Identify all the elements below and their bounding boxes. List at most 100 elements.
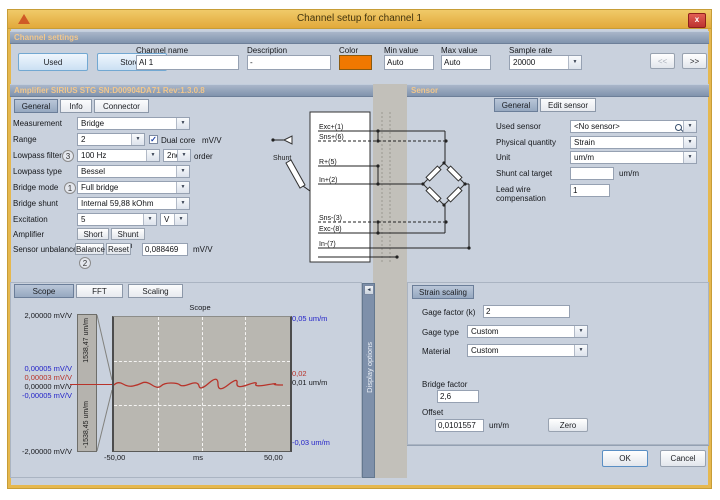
gage-type-dropdown[interactable]: Custom ▼ <box>467 325 588 338</box>
next-channel-button[interactable]: >> <box>682 53 707 69</box>
bridge-shunt-label: Bridge shunt <box>13 199 58 208</box>
used-sensor-dropdown[interactable]: <No sensor> ▼ <box>570 120 697 133</box>
dual-core-label: Dual core <box>161 136 195 145</box>
tab-amplifier-general[interactable]: General <box>14 99 58 113</box>
bridge-mode-dropdown[interactable]: Full bridge ▼ <box>77 181 190 194</box>
gage-factor-input[interactable] <box>483 305 570 318</box>
tab-edit-sensor[interactable]: Edit sensor <box>540 98 596 112</box>
scope-yright-red: 0,02 <box>292 369 307 378</box>
range-unit-label: mV/V <box>202 136 222 145</box>
terminal-r-plus: R+(5) <box>319 159 337 166</box>
physical-quantity-label: Physical quantity <box>496 138 556 147</box>
material-label: Material <box>422 347 450 356</box>
chevron-down-icon: ▼ <box>146 150 159 161</box>
lead-wire-input[interactable] <box>570 184 610 197</box>
chevron-down-icon: ▼ <box>683 152 696 163</box>
bridge-mode-label: Bridge mode <box>13 183 58 192</box>
scope-ylabel-low: -0,00005 mV/V <box>8 391 72 400</box>
tab-strain-scaling[interactable]: Strain scaling <box>412 285 474 299</box>
excitation-unit-dropdown[interactable]: V ▼ <box>160 213 188 226</box>
chevron-down-icon: ▼ <box>574 326 587 337</box>
lead-wire-label-line1: Lead wire <box>496 185 531 194</box>
zero-button[interactable]: Zero <box>548 418 588 432</box>
gage-factor-label: Gage factor (k) <box>422 308 475 317</box>
scope-xmin-label: -50,00 <box>104 453 125 462</box>
shunt-cal-target-label: Shunt cal target <box>496 169 552 178</box>
terminal-exc-plus: Exc+(1) <box>319 124 343 131</box>
balance-button[interactable]: Balance <box>75 243 104 255</box>
range-bar-bottom-label: -1538,45 um/m <box>83 401 90 448</box>
scope-trace <box>114 317 290 451</box>
reset-button[interactable]: Reset <box>106 243 131 255</box>
display-options-strip[interactable]: Display options <box>362 283 375 478</box>
max-value-label: Max value <box>441 46 477 55</box>
shunt-cal-target-input[interactable] <box>570 167 614 180</box>
sample-rate-dropdown[interactable]: 20000 ▼ <box>509 55 582 70</box>
filter-order-dropdown[interactable]: 2nd ▼ <box>163 149 191 162</box>
lowpass-filter-value: 100 Hz <box>81 151 106 160</box>
bridge-mode-value: Full bridge <box>81 183 118 192</box>
measurement-dropdown[interactable]: Bridge ▼ <box>77 117 190 130</box>
unbalance-value-input[interactable] <box>142 243 188 256</box>
channel-color-swatch[interactable] <box>339 55 372 70</box>
scope-yright-black: 0,01 um/m <box>292 378 327 387</box>
bridge-shunt-dropdown[interactable]: Internal 59,88 kOhm ▼ <box>77 197 190 210</box>
tab-scaling[interactable]: Scaling <box>128 284 183 298</box>
channel-name-input[interactable] <box>136 55 239 70</box>
dual-core-checkbox[interactable]: ✓ <box>149 135 158 144</box>
tab-amplifier-connector[interactable]: Connector <box>94 99 149 113</box>
lowpass-filter-dropdown[interactable]: 100 Hz ▼ <box>77 149 160 162</box>
scope-ylabel-bottom: -2,00000 mV/V <box>8 447 72 456</box>
sensor-header: Sensor <box>407 84 709 97</box>
wheatstone-bridge-icon <box>421 161 466 206</box>
used-sensor-value: <No sensor> <box>574 122 620 131</box>
chevron-down-icon: ▼ <box>683 137 696 148</box>
scope-range-bar[interactable]: 1538,47 um/m -1538,45 um/m <box>77 314 97 452</box>
collapse-strip-button[interactable]: ◄ <box>364 285 374 295</box>
max-value-input[interactable] <box>441 55 491 70</box>
chevron-down-icon: ▼ <box>143 214 156 225</box>
used-button[interactable]: Used <box>18 53 88 71</box>
shunt-on-button[interactable]: Shunt on <box>111 228 145 240</box>
chevron-down-icon: ▼ <box>568 56 581 69</box>
material-dropdown[interactable]: Custom ▼ <box>467 344 588 357</box>
physical-quantity-dropdown[interactable]: Strain ▼ <box>570 136 697 149</box>
ok-button[interactable]: OK <box>602 450 648 467</box>
scope-title: Scope <box>112 303 288 312</box>
prev-channel-button[interactable]: << <box>650 53 675 69</box>
offset-label: Offset <box>422 408 443 417</box>
unit-value: um/m <box>574 153 594 162</box>
lowpass-type-dropdown[interactable]: Bessel ▼ <box>77 165 190 178</box>
chevron-down-icon: ▼ <box>176 118 189 129</box>
channel-settings-header: Channel settings <box>10 31 709 44</box>
scope-plot <box>112 316 292 452</box>
chevron-down-icon: ▼ <box>574 345 587 356</box>
close-button[interactable]: x <box>688 13 706 28</box>
short-on-button[interactable]: Short on <box>77 228 109 240</box>
description-input[interactable] <box>247 55 331 70</box>
tab-fft[interactable]: FFT <box>76 284 123 298</box>
excitation-value: 5 <box>81 215 85 224</box>
annotation-1: 1 <box>64 182 76 194</box>
tab-scope[interactable]: Scope <box>14 284 74 298</box>
color-label: Color <box>339 46 358 55</box>
channel-name-label: Channel name <box>136 46 188 55</box>
bridge-factor-input[interactable] <box>437 390 479 403</box>
scope-ylabel-mid: 0,00003 mV/V <box>8 373 72 382</box>
shunt-cal-unit-label: um/m <box>619 169 639 178</box>
tab-amplifier-info[interactable]: Info <box>60 99 92 113</box>
chevron-down-icon: ▼ <box>683 121 696 132</box>
terminal-in-plus: In+(2) <box>319 177 337 184</box>
cancel-button[interactable]: Cancel <box>660 450 706 467</box>
range-dropdown[interactable]: 2 ▼ <box>77 133 145 146</box>
measurement-label: Measurement <box>13 119 62 128</box>
unit-dropdown[interactable]: um/m ▼ <box>570 151 697 164</box>
tab-sensor-general[interactable]: General <box>494 98 538 112</box>
annotation-2: 2 <box>79 257 91 269</box>
excitation-dropdown[interactable]: 5 ▼ <box>77 213 157 226</box>
min-value-input[interactable] <box>384 55 434 70</box>
offset-input[interactable] <box>435 419 484 432</box>
terminal-sns-minus: Sns-(3) <box>319 215 342 222</box>
scope-xunit-label: ms <box>193 453 203 462</box>
used-sensor-label: Used sensor <box>496 122 541 131</box>
